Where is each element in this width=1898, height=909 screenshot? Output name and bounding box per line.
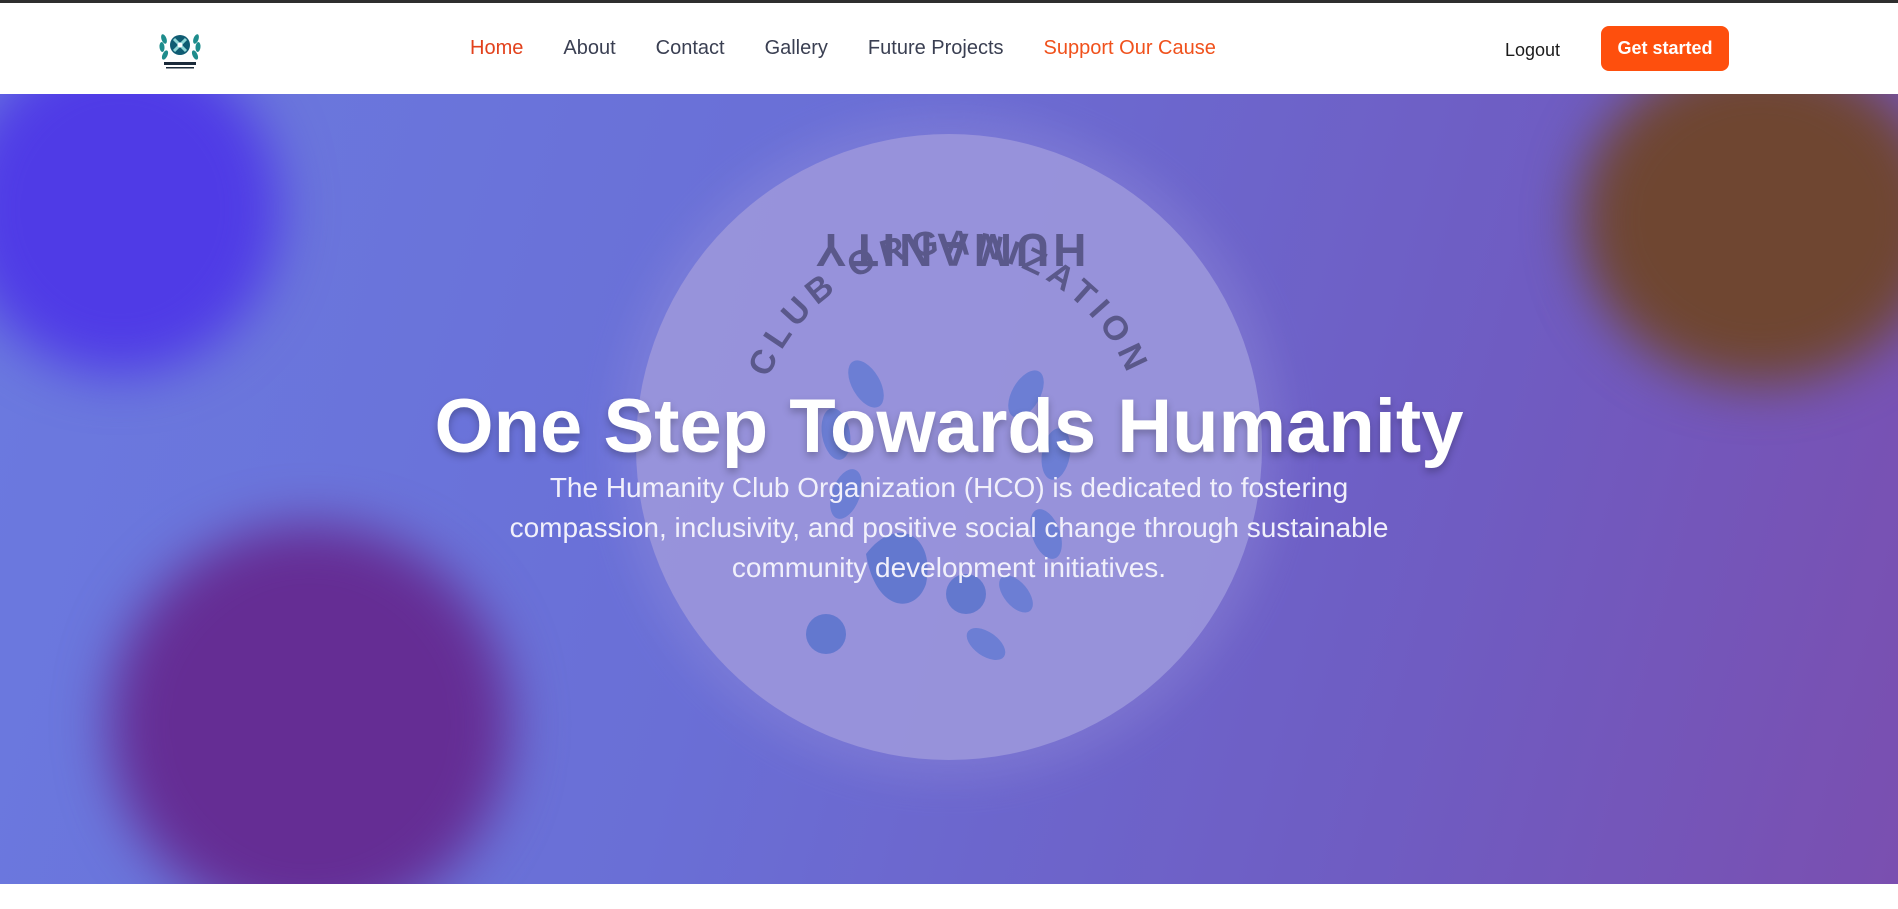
nav-future-projects[interactable]: Future Projects [868,37,1004,60]
nav-contact[interactable]: Contact [656,37,725,60]
hero-section: CLUB ORGANIZATION HUMANITY One Step Towa… [0,94,1898,884]
badge-top-text: HUMANITY [812,224,1087,276]
get-started-button[interactable]: Get started [1601,26,1729,71]
hero-description: The Humanity Club Organization (HCO) is … [509,472,1389,583]
decorative-blob-blue [0,94,280,374]
nav-support-our-cause[interactable]: Support Our Cause [1044,37,1216,60]
page-bottom-strip [0,884,1898,909]
nav-home[interactable]: Home [470,37,523,60]
nav-gallery[interactable]: Gallery [765,37,828,60]
nav-about[interactable]: About [563,37,615,60]
main-nav: Home About Contact Gallery Future Projec… [470,3,1216,94]
site-header: Home About Contact Gallery Future Projec… [0,3,1898,94]
decorative-blob-brown [1580,94,1898,384]
decorative-blob-purple [110,524,510,884]
logout-link[interactable]: Logout [1505,40,1560,61]
humanity-club-logo[interactable] [156,23,204,73]
hero-title: One Step Towards Humanity [434,383,1464,469]
